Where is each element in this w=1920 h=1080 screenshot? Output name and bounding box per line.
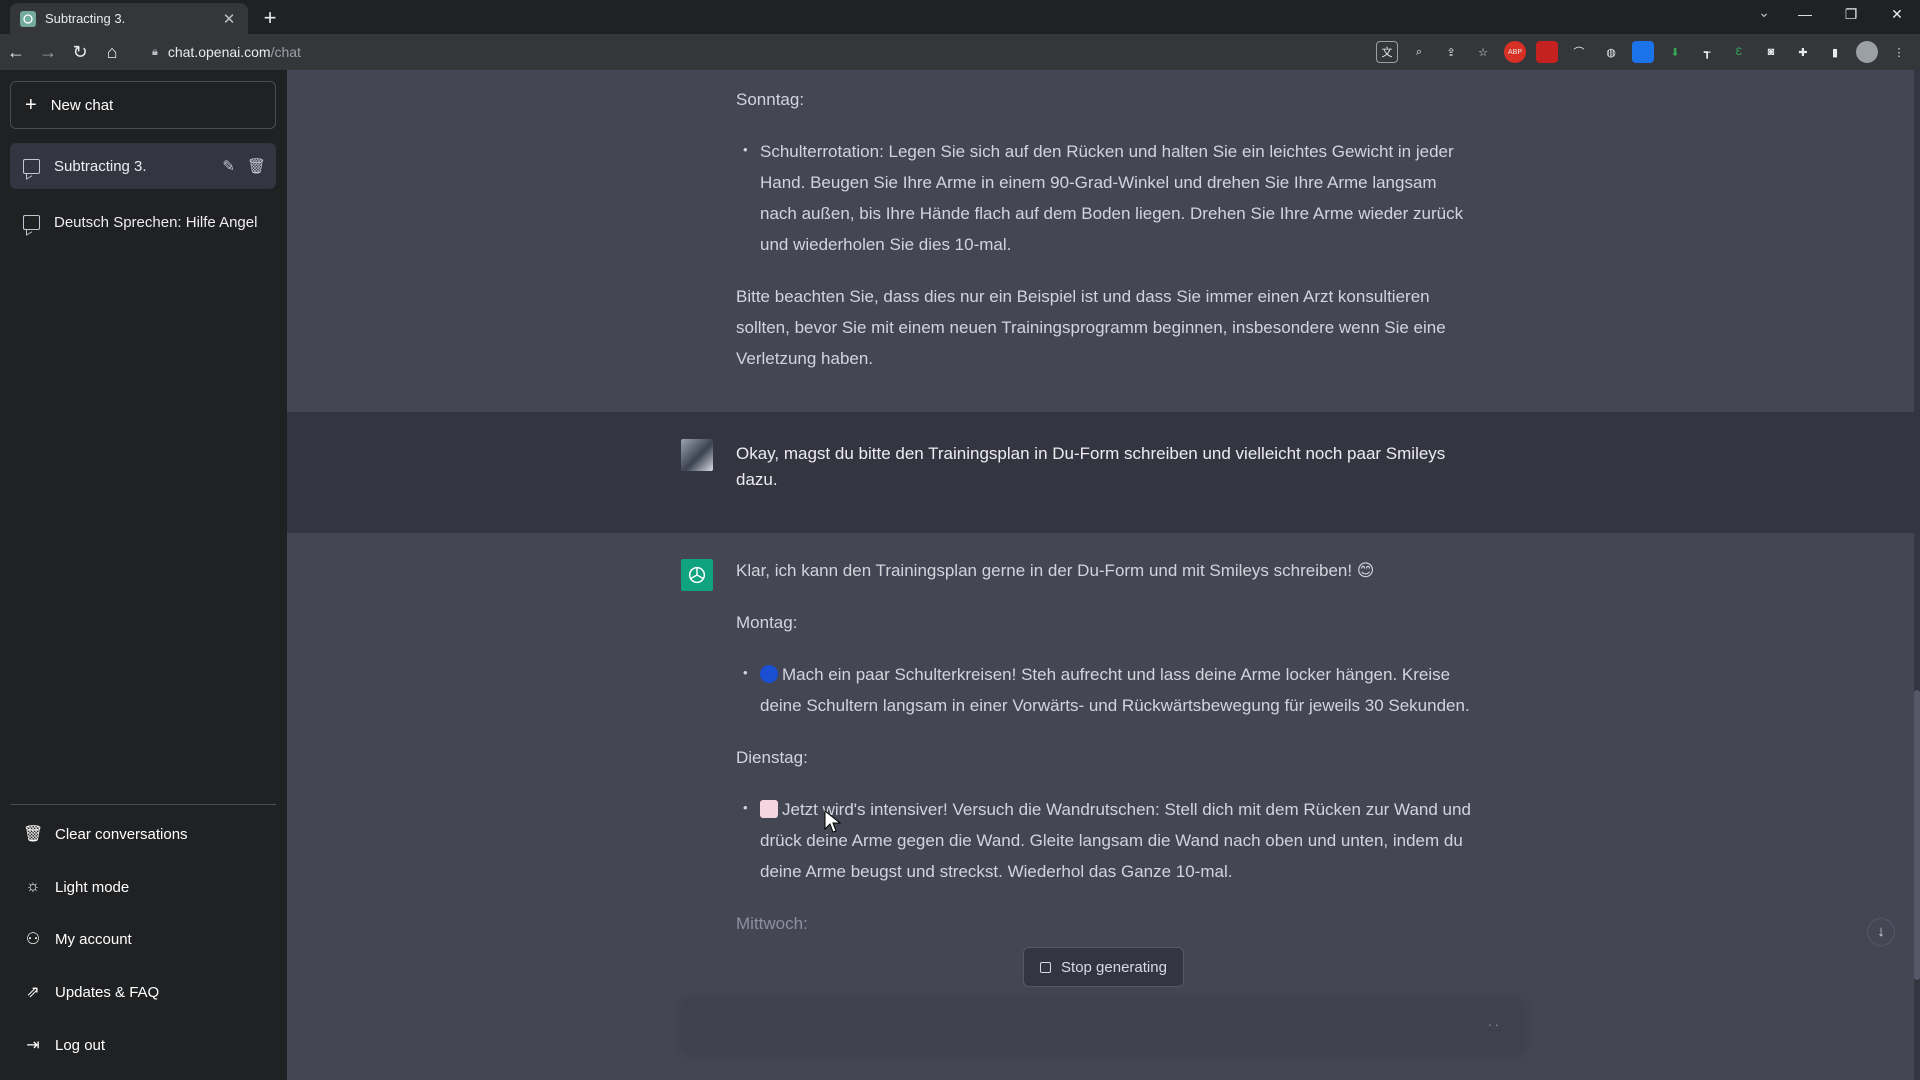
lock-icon: 🔒︎: [152, 45, 158, 58]
user-icon: ⚇: [25, 931, 41, 948]
extension-wave-icon[interactable]: ⌒: [1568, 41, 1590, 63]
menu-label: Updates & FAQ: [55, 983, 160, 1001]
clear-conversations-button[interactable]: 🗑︎ Clear conversations: [10, 811, 276, 857]
blue-circle-emoji-icon: [760, 665, 778, 683]
browser-menu-icon[interactable]: ⋮: [1888, 41, 1910, 63]
light-mode-button[interactable]: ☼ Light mode: [10, 864, 276, 910]
assistant-message: Klar, ich kann den Trainingsplan gerne i…: [287, 533, 1914, 1080]
updates-faq-link[interactable]: ⇗ Updates & FAQ: [10, 969, 276, 1015]
chatgpt-app: + New chat Subtracting 3. ✎ 🗑︎ Deutsch S…: [0, 70, 1920, 1080]
scrollbar[interactable]: [1914, 70, 1920, 1080]
user-message-text: Okay, magst du bitte den Trainingsplan i…: [736, 444, 1446, 489]
external-link-icon: ⇗: [26, 984, 40, 1001]
extension-blue-icon[interactable]: [1632, 41, 1654, 63]
assistant-message: Sonntag: Schulterrotation: Legen Sie sic…: [287, 70, 1914, 412]
chat-main: Sonntag: Schulterrotation: Legen Sie sic…: [287, 70, 1920, 1080]
stop-generating-button[interactable]: Stop generating: [1023, 947, 1184, 987]
exercise-bullet: Mach ein paar Schulterkreisen! Steh aufr…: [743, 657, 1476, 721]
side-panel-icon[interactable]: ▮: [1824, 41, 1846, 63]
conversation-label: Deutsch Sprechen: Hilfe Angel: [54, 213, 258, 231]
chat-bubble-icon: [23, 214, 40, 230]
sun-icon: ☼: [25, 878, 41, 895]
trash-icon: 🗑︎: [23, 826, 44, 843]
address-bar[interactable]: 🔒︎ chat.openai.com/chat: [140, 37, 1350, 67]
extension-green-icon[interactable]: ⬇: [1664, 41, 1686, 63]
chat-bubble-icon: [23, 158, 40, 174]
conversation-item[interactable]: Deutsch Sprechen: Hilfe Angel: [10, 199, 276, 245]
openai-logo-icon: [681, 559, 713, 591]
exercise-text: Mach ein paar Schulterkreisen! Steh aufr…: [760, 665, 1470, 715]
exercise-text: Jetzt wird's intensiver! Versuch die Wan…: [760, 800, 1471, 881]
menu-label: My account: [55, 930, 132, 948]
stop-label: Stop generating: [1061, 958, 1167, 976]
url-path: /chat: [270, 44, 301, 60]
translate-icon[interactable]: 文: [1376, 41, 1398, 63]
menu-label: Log out: [55, 1036, 106, 1054]
new-chat-button[interactable]: + New chat: [10, 81, 276, 129]
tab-search-icon[interactable]: ⌄: [1758, 4, 1770, 21]
menu-label: Light mode: [55, 878, 130, 896]
day-heading: Dienstag:: [736, 748, 808, 767]
mouse-cursor-icon: [824, 809, 842, 833]
log-out-button[interactable]: ⇥ Log out: [10, 1022, 276, 1068]
tab-title: Subtracting 3.: [45, 11, 126, 26]
conversation-label: Subtracting 3.: [54, 157, 147, 175]
adblock-icon[interactable]: ABP: [1504, 41, 1526, 63]
restore-button[interactable]: ❐: [1828, 0, 1874, 30]
extension-leaf-icon[interactable]: Ɛ: [1728, 41, 1750, 63]
extension-red-icon[interactable]: [1536, 41, 1558, 63]
logout-icon: ⇥: [26, 1037, 40, 1054]
zoom-icon[interactable]: ⌕: [1408, 41, 1430, 63]
profile-avatar-icon[interactable]: [1856, 41, 1878, 63]
minimize-button[interactable]: —: [1782, 0, 1828, 30]
puzzle-extensions-icon[interactable]: ✚: [1792, 41, 1814, 63]
sidebar-divider: [10, 804, 276, 805]
share-icon[interactable]: ⇪: [1440, 41, 1462, 63]
browser-tab-bar: Subtracting 3. ✕ + ⌄ — ❐ ✕: [0, 0, 1920, 34]
plus-icon: +: [25, 94, 37, 116]
scrollbar-thumb[interactable]: [1914, 690, 1920, 980]
menu-label: Clear conversations: [55, 825, 188, 843]
day-heading: Montag:: [736, 613, 798, 632]
bookmark-star-icon[interactable]: ☆: [1472, 41, 1494, 63]
day-heading: Sonntag:: [736, 90, 805, 109]
exercise-bullet: Schulterrotation: Legen Sie sich auf den…: [743, 134, 1476, 260]
extension-icons: 文 ⌕ ⇪ ☆ ABP ⌒ ◍ ⬇ ┱ Ɛ ◙ ✚ ▮ ⋮: [1376, 38, 1910, 66]
day-heading: Mittwoch:: [736, 914, 808, 933]
browser-tab[interactable]: Subtracting 3. ✕: [10, 3, 248, 34]
user-avatar: [681, 439, 713, 471]
sidebar: + New chat Subtracting 3. ✎ 🗑︎ Deutsch S…: [0, 70, 287, 1080]
extension-pin-icon[interactable]: ┱: [1696, 41, 1718, 63]
new-chat-label: New chat: [50, 96, 114, 114]
close-window-button[interactable]: ✕: [1874, 0, 1920, 30]
extension-globe-icon[interactable]: ◍: [1600, 41, 1622, 63]
browser-toolbar: ← → ↻ ⌂ 🔒︎ chat.openai.com/chat 文 ⌕ ⇪ ☆ …: [0, 34, 1920, 70]
forward-arrow-icon[interactable]: →: [32, 37, 64, 67]
openai-favicon-icon: [20, 10, 36, 27]
trash-icon[interactable]: 🗑︎: [247, 157, 266, 175]
tab-close-icon[interactable]: ✕: [220, 10, 238, 28]
stop-square-icon: [1040, 961, 1052, 973]
conversation-item-active[interactable]: Subtracting 3. ✎ 🗑︎: [10, 143, 276, 189]
new-tab-button[interactable]: +: [256, 5, 284, 33]
scroll-down-button[interactable]: ↓: [1867, 918, 1895, 946]
exercise-bullet: Jetzt wird's intensiver! Versuch die Wan…: [743, 792, 1476, 887]
user-message: Okay, magst du bitte den Trainingsplan i…: [287, 412, 1914, 533]
home-icon[interactable]: ⌂: [96, 37, 128, 67]
disclaimer-text: Bitte beachten Sie, dass dies nur ein Be…: [736, 287, 1446, 368]
window-controls: — ❐ ✕: [1782, 0, 1920, 30]
prompt-input[interactable]: ··: [683, 1000, 1523, 1053]
assistant-intro: Klar, ich kann den Trainingsplan gerne i…: [736, 561, 1375, 580]
loading-dots: ··: [1487, 1016, 1501, 1032]
url-host: chat.openai.com: [167, 44, 271, 60]
camera-icon[interactable]: ◙: [1760, 41, 1782, 63]
my-account-button[interactable]: ⚇ My account: [10, 916, 276, 962]
reload-icon[interactable]: ↻: [64, 37, 96, 67]
chart-increasing-emoji-icon: [760, 800, 778, 818]
edit-icon[interactable]: ✎: [222, 157, 235, 175]
back-arrow-icon[interactable]: ←: [0, 37, 32, 67]
